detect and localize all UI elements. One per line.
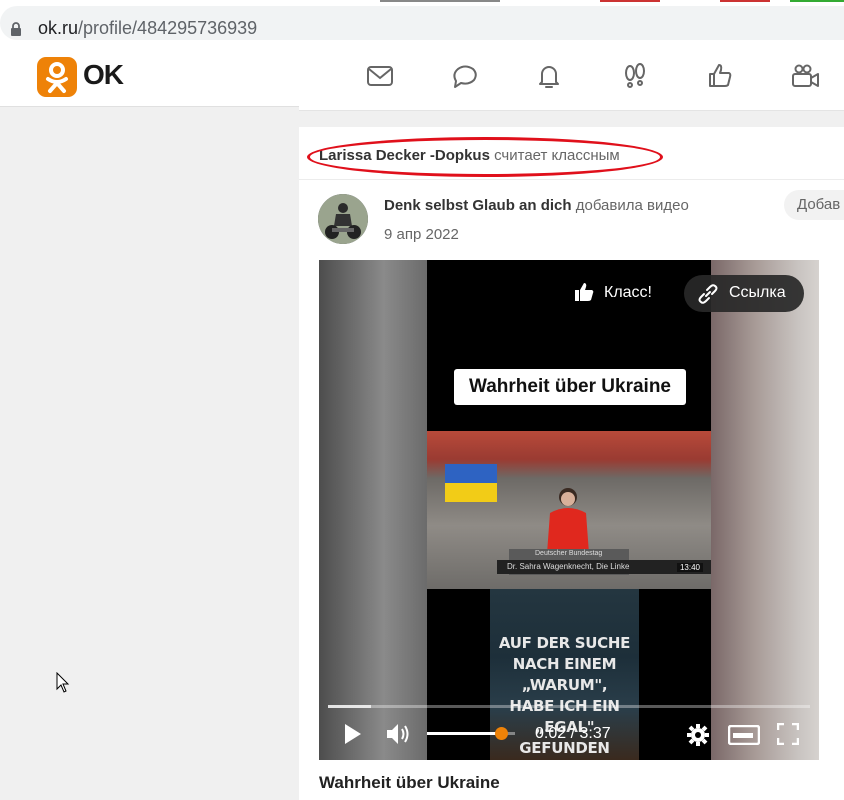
url-text: ok.ru/profile/484295736939 bbox=[38, 18, 257, 39]
tab-strip-edge bbox=[790, 0, 844, 2]
likes-icon[interactable] bbox=[705, 61, 735, 91]
ok-logo-icon[interactable] bbox=[37, 57, 77, 97]
tab-strip-edge bbox=[380, 0, 500, 2]
link-label[interactable]: Ссылка bbox=[729, 284, 786, 302]
url-host: ok.ru bbox=[38, 18, 79, 38]
ok-logo-glyph-icon bbox=[46, 62, 68, 93]
tab-strip-edge bbox=[600, 0, 660, 2]
add-button[interactable]: Добав bbox=[784, 190, 844, 220]
broadcast-clock: 13:40 bbox=[676, 563, 703, 572]
motorcycle-rider-icon bbox=[318, 194, 368, 244]
time-display: 0:02 / 3:37 bbox=[535, 725, 611, 742]
highlight-annotation bbox=[307, 137, 663, 177]
video-title-overlay: Wahrheit über Ukraine bbox=[454, 369, 686, 405]
post-author-line: Denk selbst Glaub an dich добавила видео bbox=[384, 197, 689, 214]
tab-strip-edge bbox=[720, 0, 770, 2]
miniplayer-icon[interactable] bbox=[728, 725, 760, 745]
url-field[interactable]: ok.ru/profile/484295736939 bbox=[0, 6, 844, 40]
divider bbox=[299, 179, 844, 180]
ukraine-flag-icon bbox=[445, 464, 497, 483]
guests-icon[interactable] bbox=[620, 61, 650, 91]
settings-gear-icon[interactable] bbox=[686, 723, 710, 747]
url-path: /profile/484295736939 bbox=[78, 18, 258, 38]
notifications-icon[interactable] bbox=[534, 61, 564, 91]
browser-address-bar: ok.ru/profile/484295736939 bbox=[0, 0, 844, 44]
mail-icon[interactable] bbox=[365, 61, 395, 91]
previous-card-bottom bbox=[299, 92, 844, 111]
thumbs-up-icon[interactable] bbox=[574, 282, 594, 302]
like-button[interactable]: Класс! bbox=[604, 284, 652, 302]
play-icon[interactable] bbox=[343, 723, 363, 745]
poster-line: AUF DER SUCHE bbox=[498, 634, 631, 652]
seek-bar-progress bbox=[328, 705, 371, 708]
logo-text[interactable]: OK bbox=[83, 59, 124, 91]
volume-slider-knob[interactable] bbox=[495, 727, 508, 740]
mouse-cursor-icon bbox=[56, 672, 70, 693]
poster-line: NACH EINEM „WARUM", bbox=[512, 655, 617, 694]
video-blur-left bbox=[319, 260, 427, 760]
post-action: добавила видео bbox=[575, 197, 689, 214]
video-caption[interactable]: Wahrheit über Ukraine bbox=[319, 773, 500, 793]
messages-icon[interactable] bbox=[450, 61, 480, 91]
lock-icon bbox=[11, 22, 21, 36]
volume-slider-fill bbox=[427, 732, 501, 735]
fullscreen-icon[interactable] bbox=[777, 723, 799, 745]
post-date[interactable]: 9 апр 2022 bbox=[384, 226, 459, 243]
seek-bar[interactable] bbox=[328, 705, 810, 708]
video-scene: Deutscher Bundestag Dr. Sahra Wagenknech… bbox=[427, 431, 711, 589]
ukraine-flag-yellow bbox=[445, 483, 497, 502]
post-author[interactable]: Denk selbst Glaub an dich bbox=[384, 197, 572, 214]
avatar[interactable] bbox=[318, 194, 368, 244]
video-blur-right bbox=[711, 260, 819, 760]
link-icon[interactable] bbox=[697, 283, 719, 305]
video-player[interactable]: Wahrheit über Ukraine Deutscher Bundesta… bbox=[319, 260, 819, 760]
left-column bbox=[0, 107, 284, 800]
feed-card: Larissa Decker -Dopkus считает классным … bbox=[299, 127, 844, 800]
lower-third-top: Deutscher Bundestag bbox=[535, 550, 603, 557]
video-frame: Wahrheit über Ukraine Deutscher Bundesta… bbox=[427, 260, 711, 760]
video-camera-icon[interactable] bbox=[790, 61, 820, 91]
volume-icon[interactable] bbox=[385, 722, 411, 746]
